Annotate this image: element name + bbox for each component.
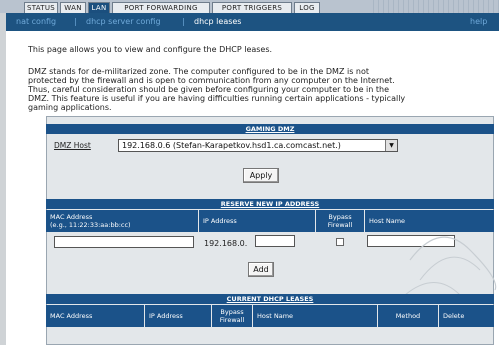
current-leases-header: CURRENT DHCP LEASES — [46, 294, 494, 304]
sub-navigation: nat config | dhcp server config | dhcp l… — [6, 13, 499, 31]
leases-column-method: Method — [378, 305, 438, 327]
dmz-host-select[interactable]: 192.168.0.6 (Stefan-Karapetkov.hsd1.ca.c… — [118, 139, 398, 152]
dmz-description-line: DMZ. This feature is useful if you are h… — [28, 94, 406, 103]
header-ornament — [369, 0, 499, 13]
mac-address-label: MAC Address — [50, 213, 93, 221]
mac-address-input[interactable] — [54, 236, 194, 248]
ip-prefix-label: 192.168.0. — [204, 239, 248, 248]
mac-address-example: (e.g., 11:22:33:aa:bb:cc) — [50, 221, 131, 229]
column-header-mac-address: MAC Address (e.g., 11:22:33:aa:bb:cc) — [46, 210, 198, 232]
leases-column-ip-address: IP Address — [145, 305, 211, 327]
dmz-description-line: gaming applications. — [28, 103, 112, 112]
column-header-bypass-firewall: Bypass Firewall — [316, 210, 364, 232]
tab-wan[interactable]: WAN — [60, 2, 86, 13]
subnav-separator: | — [182, 17, 185, 26]
bypass-label: Bypass — [328, 213, 352, 221]
subnav-help-link[interactable]: help — [470, 17, 487, 26]
chevron-down-icon[interactable]: ▼ — [385, 140, 397, 151]
subnav-nat-config[interactable]: nat config — [16, 17, 56, 26]
firewall-label: Firewall — [327, 221, 353, 229]
subnav-dhcp-server-config[interactable]: dhcp server config — [86, 17, 161, 26]
tab-lan[interactable]: LAN — [88, 2, 110, 13]
tab-port-forwarding[interactable]: PORT FORWARDING — [112, 2, 210, 13]
tab-port-triggers[interactable]: PORT TRIGGERS — [212, 2, 292, 13]
subnav-separator: | — [74, 17, 77, 26]
top-tab-bar: STATUS WAN LAN PORT FORWARDING PORT TRIG… — [0, 0, 499, 13]
dmz-host-label: DMZ Host — [54, 141, 91, 150]
gaming-dmz-header: GAMING DMZ — [46, 124, 494, 134]
leases-column-bypass-firewall: Bypass Firewall — [212, 305, 252, 327]
leases-column-delete: Delete — [439, 305, 494, 327]
tab-status[interactable]: STATUS — [24, 2, 58, 13]
leases-firewall-label: Firewall — [219, 316, 245, 324]
dmz-host-value: 192.168.0.6 (Stefan-Karapetkov.hsd1.ca.c… — [122, 141, 341, 150]
subnav-dhcp-leases[interactable]: dhcp leases — [194, 17, 241, 26]
leases-bypass-label: Bypass — [220, 308, 244, 316]
intro-text: This page allows you to view and configu… — [28, 45, 273, 54]
tab-log[interactable]: LOG — [294, 2, 320, 13]
apply-button[interactable]: Apply — [243, 168, 279, 183]
add-button[interactable]: Add — [248, 262, 274, 277]
dmz-description-line: protected by the firewall and is open to… — [28, 76, 395, 85]
dmz-description-line: DMZ stands for de-militarized zone. The … — [28, 67, 370, 76]
bypass-firewall-checkbox[interactable] — [336, 238, 344, 246]
ip-last-octet-input[interactable] — [255, 235, 295, 247]
column-header-ip-address: IP Address — [199, 210, 315, 232]
dmz-description-line: Thus, careful consideration should be gi… — [28, 85, 390, 94]
leases-column-host-name: Host Name — [253, 305, 377, 327]
leases-column-mac-address: MAC Address — [46, 305, 144, 327]
